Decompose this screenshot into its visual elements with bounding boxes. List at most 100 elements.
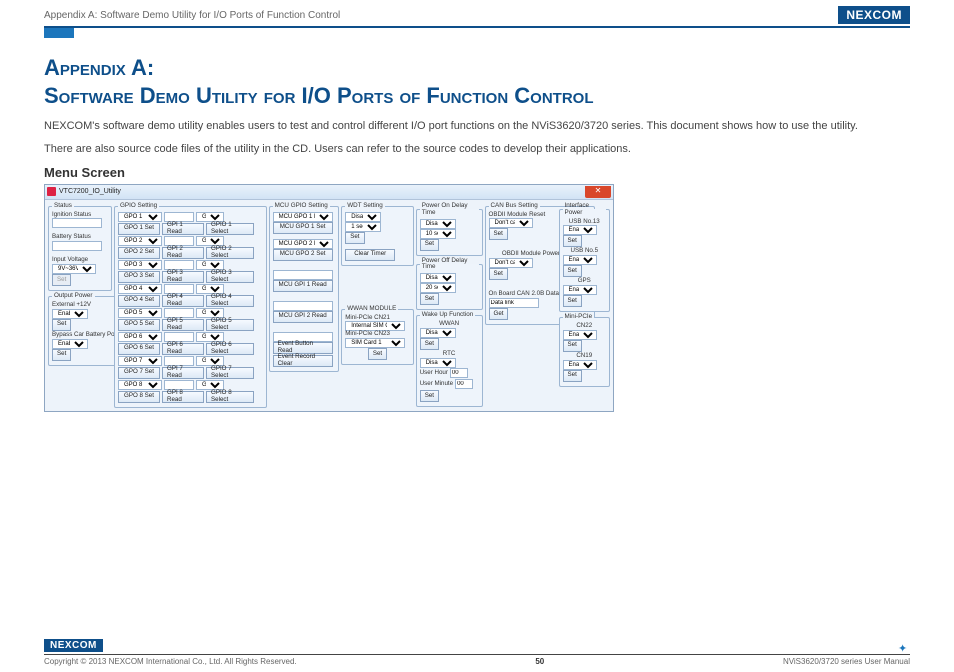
can-link-get-button[interactable]: Get (489, 308, 509, 320)
power-on-set-button[interactable]: Set (420, 239, 439, 251)
power-on-time-select[interactable]: 10 sec (420, 229, 456, 239)
gpo-4-set-button[interactable]: GPO 4 Set (118, 295, 160, 307)
wdt-time-select[interactable]: 1 sec (345, 222, 381, 232)
copyright: Copyright © 2013 NEXCOM International Co… (44, 657, 297, 666)
gpo-8-select[interactable]: GPO 8 Low (118, 380, 162, 390)
gpi-4-read-button[interactable]: GPI 4 Read (162, 295, 204, 307)
usb13-select[interactable]: Enable (563, 225, 597, 235)
mcu-gpo1-set-button[interactable]: MCU GPO 1 Set (273, 222, 333, 234)
gpo-6-set-button[interactable]: GPO 6 Set (118, 343, 160, 355)
gpio-4-select-button[interactable]: GPIO 4 Select (206, 295, 254, 307)
mcu-gpo1-select[interactable]: MCU GPO 1 Low (273, 212, 333, 222)
external-12v-select[interactable]: Enable (52, 309, 88, 319)
gpo-4-select[interactable]: GPO 4 Low (118, 284, 162, 294)
gpi-3-read-button[interactable]: GPI 3 Read (162, 271, 204, 283)
power-off-time-select[interactable]: 20 sec (420, 283, 456, 293)
rtc-wake-select[interactable]: Disable (420, 358, 456, 368)
gpio-6-select-button[interactable]: GPIO 6 Select (206, 343, 254, 355)
power-off-disable-select[interactable]: Disable (420, 273, 456, 283)
wwan-label: WWAN (420, 321, 479, 328)
usb5-set-button[interactable]: Set (563, 265, 582, 277)
obd2-power-select[interactable]: Don't care (489, 258, 533, 268)
mcu-gpi2-field[interactable] (273, 301, 333, 311)
mcu-gpi1-read-button[interactable]: MCU GPI 1 Read (273, 280, 333, 292)
power-off-set-button[interactable]: Set (420, 293, 439, 305)
cn22-select[interactable]: Enable (563, 330, 597, 340)
gpio-1-select-button[interactable]: GPIO 1 Select (206, 223, 254, 235)
app-icon (47, 187, 56, 196)
header-logo: NEXCOM (838, 6, 910, 24)
gpi-8-read-button[interactable]: GPI 8 Read (162, 391, 204, 403)
input-voltage-select[interactable]: 9V~36V (52, 264, 96, 274)
gpi-5-read-button[interactable]: GPI 5 Read (162, 319, 204, 331)
bypass-battery-set-button[interactable]: Set (52, 349, 71, 361)
user-minute-input[interactable] (455, 379, 473, 389)
usb13-set-button[interactable]: Set (563, 235, 582, 247)
external-12v-set-button[interactable]: Set (52, 319, 71, 331)
battery-status-field[interactable] (52, 241, 102, 251)
wwan-wake-set-button[interactable]: Set (420, 338, 439, 350)
bypass-battery-select[interactable]: Enable (52, 339, 88, 349)
gpo-7-set-button[interactable]: GPO 7 Set (118, 367, 160, 379)
cn23-select[interactable]: SIM Card 1 (345, 338, 405, 348)
gpi-1-read-button[interactable]: GPI 1 Read (162, 223, 204, 235)
gps-select[interactable]: Enable (563, 285, 597, 295)
gpi-7-read-button[interactable]: GPI 7 Read (162, 367, 204, 379)
wake-up-set-button[interactable]: Set (420, 390, 439, 402)
gpio-3-select-button[interactable]: GPIO 3 Select (206, 271, 254, 283)
obd2-reset-set-button[interactable]: Set (489, 228, 508, 240)
mcu-gpi1-field[interactable] (273, 270, 333, 280)
cn22-set-button[interactable]: Set (563, 340, 582, 352)
event-record-clear[interactable]: Event Record Clear (273, 355, 333, 367)
power-on-disable-select[interactable]: Disable (420, 219, 456, 229)
mcu-gpo2-select[interactable]: MCU GPO 2 Low (273, 239, 333, 249)
can-bus-legend: CAN Bus Setting (489, 203, 540, 210)
header-rule (44, 26, 910, 28)
gpo-6-select[interactable]: GPO 6 Low (118, 332, 162, 342)
status-set-button[interactable]: Set (52, 274, 71, 286)
window-body: Status Ignition Status Battery Status In… (45, 200, 613, 411)
cn19-set-button[interactable]: Set (563, 370, 582, 382)
gpo-3-set-button[interactable]: GPO 3 Set (118, 271, 160, 283)
wdt-set-button[interactable]: Set (345, 232, 364, 244)
wwan-wake-select[interactable]: Disable (420, 328, 456, 338)
manual-name: NViS3620/3720 series User Manual (783, 657, 910, 666)
wake-up-legend: Wake Up Function (420, 312, 476, 319)
gpi-6-read-button[interactable]: GPI 6 Read (162, 343, 204, 355)
blue-tab (44, 28, 74, 38)
mcu-gpi2-read-button[interactable]: MCU GPI 2 Read (273, 311, 333, 323)
gpo-2-select[interactable]: GPO 2 Low (118, 236, 162, 246)
mcu-gpo2-set-button[interactable]: MCU GPO 2 Set (273, 249, 333, 261)
gpo-7-select[interactable]: GPO 7 Low (118, 356, 162, 366)
usb5-select[interactable]: Enable (563, 255, 597, 265)
gpo-2-set-button[interactable]: GPO 2 Set (118, 247, 160, 259)
wdt-disable-select[interactable]: Disable (345, 212, 381, 222)
gpio-5-select-button[interactable]: GPIO 5 Select (206, 319, 254, 331)
wdt-clear-timer-button[interactable]: Clear Timer (345, 249, 395, 261)
obd2-power-set-button[interactable]: Set (489, 268, 508, 280)
gpio-7-select-button[interactable]: GPIO 7 Select (206, 367, 254, 379)
mini-pcie-legend: Mini-PCIe (563, 314, 595, 321)
gpi-2-read-button[interactable]: GPI 2 Read (162, 247, 204, 259)
event-button-read[interactable]: Event Button Read (273, 342, 333, 354)
gpo-8-set-button[interactable]: GPO 8 Set (118, 391, 160, 403)
close-button[interactable]: ✕ (585, 186, 611, 198)
page-header: Appendix A: Software Demo Utility for I/… (0, 0, 954, 26)
gpio-8-select-button[interactable]: GPIO 8 Select (206, 391, 254, 403)
gpo-5-select[interactable]: GPO 5 Low (118, 308, 162, 318)
obd2-reset-select[interactable]: Don't care (489, 218, 533, 228)
gpo-3-select[interactable]: GPO 3 Low (118, 260, 162, 270)
gps-set-button[interactable]: Set (563, 295, 582, 307)
content-area: Appendix A: Software Demo Utility for I/… (0, 38, 954, 418)
gpo-1-set-button[interactable]: GPO 1 Set (118, 223, 160, 235)
wwan-module-set-button[interactable]: Set (368, 348, 387, 360)
gpo-5-set-button[interactable]: GPO 5 Set (118, 319, 160, 331)
gpio-2-select-button[interactable]: GPIO 2 Select (206, 247, 254, 259)
gpo-1-select[interactable]: GPO 1 Low (118, 212, 162, 222)
cn19-select[interactable]: Enable (563, 360, 597, 370)
user-hour-input[interactable] (450, 368, 468, 378)
output-power-legend: Output Power (52, 293, 95, 300)
ignition-status-field[interactable] (52, 218, 102, 228)
group-power-on-delay: Power On Delay Time Disable 10 sec Set (416, 203, 483, 256)
can-link-field[interactable] (489, 298, 539, 308)
